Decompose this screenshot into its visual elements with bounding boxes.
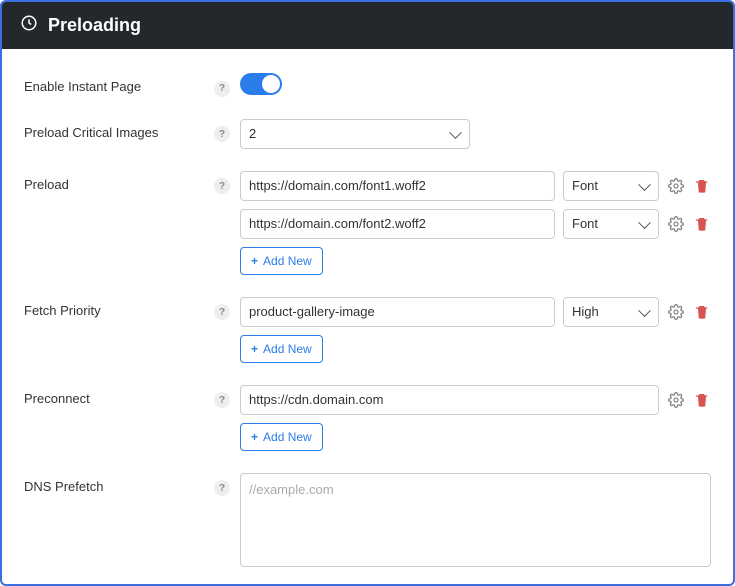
panel-title: Preloading [48,15,141,36]
row-enable-instant-page: Enable Instant Page ? [24,73,711,97]
preload-entry [240,209,711,239]
label-preload: Preload [24,171,214,192]
preconnect-add-new-button[interactable]: + Add New [240,423,323,451]
add-new-label: Add New [263,430,312,444]
trash-icon[interactable] [693,391,711,409]
help-icon[interactable]: ? [214,480,230,496]
preload-entry [240,171,711,201]
preload-url-input[interactable] [240,209,555,239]
preload-type-select[interactable] [563,209,659,239]
plus-icon: + [251,254,258,268]
add-new-label: Add New [263,254,312,268]
preconnect-url-input[interactable] [240,385,659,415]
gear-icon[interactable] [667,391,685,409]
dns-prefetch-textarea[interactable] [240,473,711,567]
label-enable-instant-page: Enable Instant Page [24,73,214,94]
panel-body: Enable Instant Page ? Preload Critical I… [2,49,733,586]
row-fetch-priority: Fetch Priority ? + [24,297,711,363]
label-preload-critical-images: Preload Critical Images [24,119,214,140]
fetch-priority-select[interactable] [563,297,659,327]
clock-icon [20,14,38,37]
row-dns-prefetch: DNS Prefetch ? [24,473,711,570]
gear-icon[interactable] [667,177,685,195]
trash-icon[interactable] [693,177,711,195]
panel-header: Preloading [2,2,733,49]
gear-icon[interactable] [667,215,685,233]
add-new-label: Add New [263,342,312,356]
help-icon[interactable]: ? [214,81,230,97]
preload-type-select[interactable] [563,171,659,201]
label-preconnect: Preconnect [24,385,214,406]
toggle-knob [262,75,280,93]
label-dns-prefetch: DNS Prefetch [24,473,214,494]
trash-icon[interactable] [693,303,711,321]
preload-url-input[interactable] [240,171,555,201]
fetch-priority-add-new-button[interactable]: + Add New [240,335,323,363]
row-preconnect: Preconnect ? + Add New [24,385,711,451]
preload-add-new-button[interactable]: + Add New [240,247,323,275]
preloading-panel: Preloading Enable Instant Page ? Preload… [0,0,735,586]
help-icon[interactable]: ? [214,392,230,408]
help-icon[interactable]: ? [214,178,230,194]
gear-icon[interactable] [667,303,685,321]
preload-critical-images-select[interactable] [240,119,470,149]
plus-icon: + [251,430,258,444]
enable-instant-page-toggle[interactable] [240,73,282,95]
help-icon[interactable]: ? [214,304,230,320]
trash-icon[interactable] [693,215,711,233]
plus-icon: + [251,342,258,356]
label-fetch-priority: Fetch Priority [24,297,214,318]
help-icon[interactable]: ? [214,126,230,142]
row-preload-critical-images: Preload Critical Images ? [24,119,711,149]
fetch-priority-selector-input[interactable] [240,297,555,327]
row-preload: Preload ? [24,171,711,275]
fetch-priority-entry [240,297,711,327]
preconnect-entry [240,385,711,415]
